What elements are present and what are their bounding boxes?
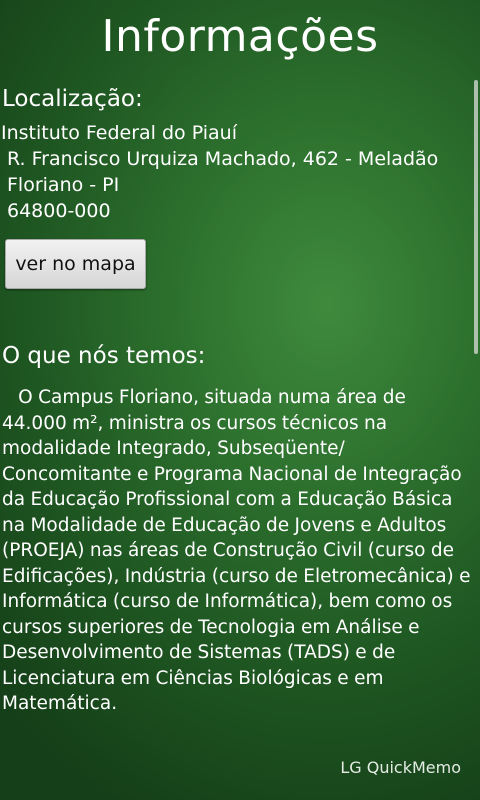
scrollbar[interactable] — [474, 80, 478, 354]
about-heading: O que nós temos: — [2, 343, 206, 369]
zip-code: 64800-000 — [7, 200, 111, 222]
page-title: Informações — [101, 11, 379, 62]
view-map-button[interactable]: ver no mapa — [5, 239, 146, 289]
about-description: O Campus Floriano, situada numa área de … — [2, 387, 476, 714]
quickmemo-watermark: LG QuickMemo — [340, 758, 461, 777]
location-heading: Localização: — [2, 86, 143, 112]
city-state: Floriano - PI — [7, 174, 120, 196]
street-address: R. Francisco Urquiza Machado, 462 - Mela… — [7, 148, 439, 170]
institution-name: Instituto Federal do Piauí — [1, 122, 237, 144]
